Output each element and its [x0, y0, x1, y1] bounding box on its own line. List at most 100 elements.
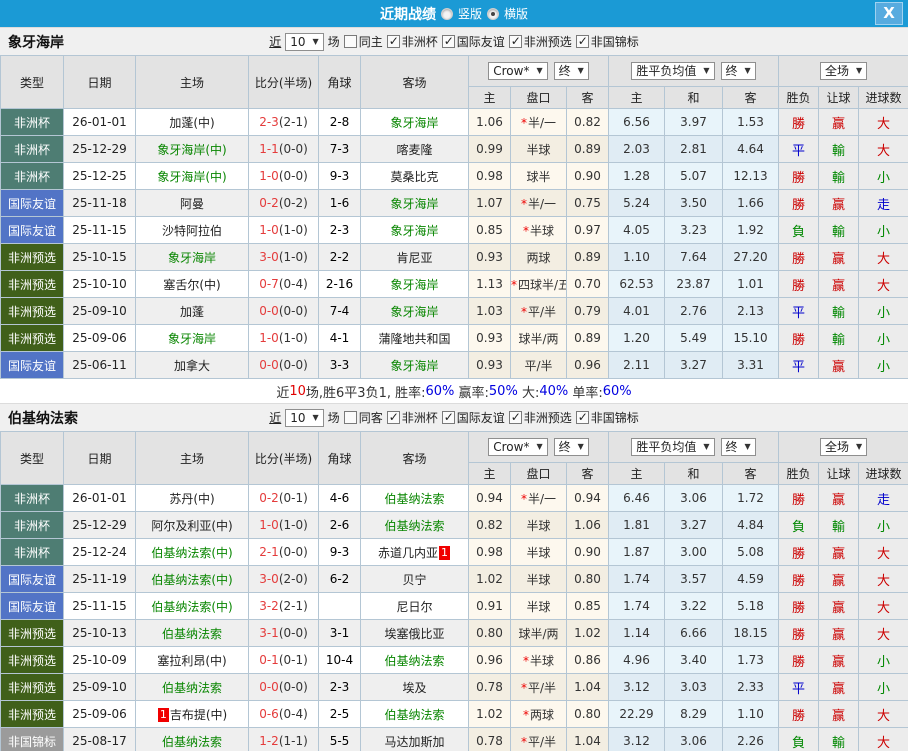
corner-count: 7-4: [318, 297, 361, 325]
asterisk-marker: *: [511, 277, 518, 292]
close-button[interactable]: X: [875, 2, 903, 25]
league-filter-qualifier[interactable]: 非洲预选: [508, 33, 572, 50]
league-filter-friendly[interactable]: 国际友谊: [441, 409, 505, 426]
match-type-badge: 国际友谊: [0, 189, 64, 217]
corner-count: 7-3: [318, 135, 361, 163]
fulltime-score: 0-7: [259, 277, 279, 291]
mean-draw-odds: 3.06: [664, 484, 724, 512]
odds-stage-select[interactable]: 终 ▼: [553, 438, 589, 456]
home-team: 塞舌尔(中): [135, 270, 249, 298]
col-date: 日期: [63, 55, 136, 109]
home-team: 伯基纳法索: [135, 727, 249, 751]
corner-count: 2-6: [318, 511, 361, 539]
mean-home-odds: 1.74: [608, 592, 666, 620]
mean-odds-select[interactable]: 胜平负均值 ▼: [631, 62, 715, 80]
result-handicap: 赢: [818, 700, 860, 728]
handicap: 球半/两: [510, 619, 567, 647]
league-filter-qualifier[interactable]: 非洲预选: [508, 409, 572, 426]
mean-odds-select[interactable]: 胜平负均值 ▼: [631, 438, 715, 456]
mean-draw-odds: 3.23: [664, 216, 724, 244]
league-filter-africa-cup[interactable]: 非洲杯: [386, 409, 438, 426]
asterisk-marker: *: [520, 304, 527, 319]
handicap: *半球: [510, 216, 567, 244]
match-row: 非洲预选 25-09-06 象牙海岸 1-0(1-0) 4-1 蒲隆地共和国 0…: [0, 324, 908, 352]
odds-home: 0.78: [468, 727, 511, 751]
chevron-down-icon: ▼: [577, 442, 584, 451]
match-count-select[interactable]: 10 ▼: [285, 408, 324, 427]
fulltime-score: 2-1: [259, 545, 279, 559]
summary-part: 60%: [602, 383, 632, 399]
handicap: *半/一: [510, 189, 567, 217]
fulltime-score: 1-0: [259, 518, 279, 532]
league-filter-championship[interactable]: 非国锦标: [575, 409, 639, 426]
filter-controls: 近 10 ▼ 场 同主 非洲杯 国际友谊 非洲预选 非国锦标: [269, 32, 639, 51]
mean-stage-select[interactable]: 终 ▼: [720, 62, 756, 80]
league-filter-friendly[interactable]: 国际友谊: [441, 33, 505, 50]
match-date: 25-09-10: [63, 673, 136, 701]
result-winloss: 勝: [778, 243, 820, 271]
vertical-layout-radio[interactable]: [440, 7, 453, 20]
subcol-mean-draw: 和: [664, 462, 724, 485]
subcol-mean-away: 客: [722, 86, 780, 109]
summary-part: 10: [289, 383, 306, 399]
result-winloss: 平: [778, 351, 820, 379]
odds-group-header: Crow* ▼ 终 ▼: [467, 431, 610, 463]
bookmaker-select[interactable]: Crow* ▼: [488, 438, 548, 456]
corner-count: 2-3: [318, 216, 361, 244]
same-away-filter[interactable]: 同客: [343, 409, 383, 426]
near-link[interactable]: 近: [269, 409, 281, 426]
score: 0-7(0-4): [248, 270, 319, 298]
match-count-select[interactable]: 10 ▼: [285, 32, 324, 51]
asterisk-marker: *: [520, 115, 527, 130]
summary-part: 60%: [425, 383, 455, 399]
match-scope-select[interactable]: 全场 ▼: [819, 62, 868, 80]
result-goals: 小: [858, 216, 908, 244]
fulltime-score: 0-1: [259, 653, 279, 667]
mean-stage-select[interactable]: 终 ▼: [720, 438, 756, 456]
result-goals: 大: [858, 727, 908, 751]
bookmaker-select[interactable]: Crow* ▼: [488, 62, 548, 80]
chevron-down-icon: ▼: [703, 442, 710, 451]
home-team: 塞拉利昂(中): [135, 646, 249, 674]
away-team: 象牙海岸: [360, 297, 469, 325]
match-date: 25-09-10: [63, 297, 136, 325]
section-header-ivory-coast: 象牙海岸 近 10 ▼ 场 同主 非洲杯 国际友谊 非洲预选 非国锦标: [0, 27, 908, 55]
match-type-badge: 非洲预选: [0, 619, 64, 647]
away-team: 象牙海岸: [360, 351, 469, 379]
odds-stage-select[interactable]: 终 ▼: [553, 62, 589, 80]
odds-home: 0.93: [468, 351, 511, 379]
horizontal-layout-radio[interactable]: [487, 7, 499, 20]
match-scope-select[interactable]: 全场 ▼: [819, 438, 868, 456]
mean-away-odds: 27.20: [722, 243, 780, 271]
chevron-down-icon: ▼: [312, 36, 319, 46]
league-filter-championship[interactable]: 非国锦标: [575, 33, 639, 50]
near-link[interactable]: 近: [269, 33, 281, 50]
match-row: 国际友谊 25-11-18 阿曼 0-2(0-2) 1-6 象牙海岸 1.07 …: [0, 189, 908, 217]
handicap: *半球: [510, 646, 567, 674]
odds-away: 0.70: [565, 270, 610, 298]
home-team: 阿曼: [135, 189, 249, 217]
league-filter-africa-cup[interactable]: 非洲杯: [386, 33, 438, 50]
halftime-score: (0-0): [278, 358, 308, 372]
odds-group-header: Crow* ▼ 终 ▼: [467, 55, 610, 87]
mean-away-odds: 1.53: [722, 108, 780, 136]
match-row: 非国锦标 25-08-17 伯基纳法索 1-2(1-1) 5-5 马达加斯加 0…: [0, 727, 908, 751]
score: 0-1(0-1): [248, 646, 319, 674]
away-team: 埃塞俄比亚: [360, 619, 469, 647]
col-home: 主场: [135, 431, 249, 485]
mean-draw-odds: 3.97: [664, 108, 724, 136]
fulltime-score: 3-1: [259, 626, 279, 640]
result-winloss: 勝: [778, 538, 820, 566]
odds-home: 0.93: [468, 243, 511, 271]
corner-count: [318, 592, 361, 620]
result-handicap: 赢: [818, 243, 860, 271]
chevron-down-icon: ▼: [744, 66, 751, 75]
handicap: *半/一: [510, 484, 567, 512]
corner-count: 9-3: [318, 162, 361, 190]
mean-home-odds: 1.20: [608, 324, 666, 352]
same-home-filter[interactable]: 同主: [343, 33, 383, 50]
odds-away: 0.90: [565, 162, 610, 190]
match-date: 25-11-18: [63, 189, 136, 217]
halftime-score: (0-0): [278, 169, 308, 183]
match-row: 非洲杯 26-01-01 苏丹(中) 0-2(0-1) 4-6 伯基纳法索 0.…: [0, 484, 908, 512]
